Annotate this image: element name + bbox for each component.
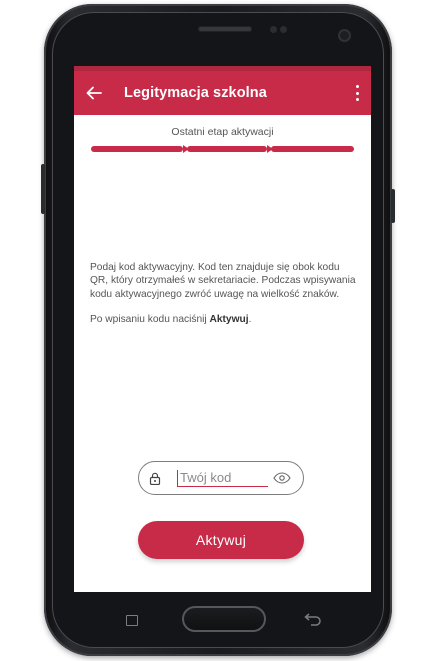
activation-code-input[interactable]: [177, 469, 268, 487]
app-bar: Legitymacja szkolna: [74, 71, 371, 115]
instruction-hint: Po wpisaniu kodu naciśnij Aktywuj.: [90, 313, 358, 326]
hardware-nav-bar: [74, 600, 371, 640]
instructions: Podaj kod aktywacyjny. Kod ten znajduje …: [90, 261, 358, 339]
page-title: Legitymacja szkolna: [124, 85, 267, 101]
progress-step-1: [91, 146, 183, 152]
more-vertical-icon[interactable]: [351, 83, 363, 103]
hint-suffix: .: [248, 314, 252, 326]
home-button[interactable]: [182, 606, 266, 632]
eye-icon[interactable]: [273, 471, 291, 489]
front-camera: [340, 31, 349, 40]
instruction-paragraph: Podaj kod aktywacyjny. Kod ten znajduje …: [90, 262, 356, 300]
activate-button[interactable]: Aktywuj: [138, 521, 304, 559]
progress-step-3: [271, 146, 354, 152]
recent-apps-icon[interactable]: [122, 612, 142, 628]
progress-step-2: [187, 146, 267, 152]
nav-back-icon[interactable]: [302, 612, 324, 628]
proximity-sensor: [270, 26, 277, 33]
volume-button: [41, 164, 45, 214]
hint-text: Po wpisaniu kodu naciśnij: [90, 314, 210, 326]
activation-progress: [91, 145, 354, 153]
app-screen: Legitymacja szkolna Ostatni etap aktywac…: [74, 66, 371, 592]
hint-bold-text: Aktywuj: [209, 314, 249, 326]
lock-icon: [149, 472, 175, 485]
arrow-left-icon[interactable]: [74, 71, 114, 115]
light-sensor: [280, 26, 287, 33]
power-button: [391, 189, 395, 223]
earpiece-speaker: [198, 26, 252, 32]
step-label: Ostatni etap aktywacji: [171, 126, 274, 138]
activation-code-field[interactable]: [138, 461, 304, 495]
